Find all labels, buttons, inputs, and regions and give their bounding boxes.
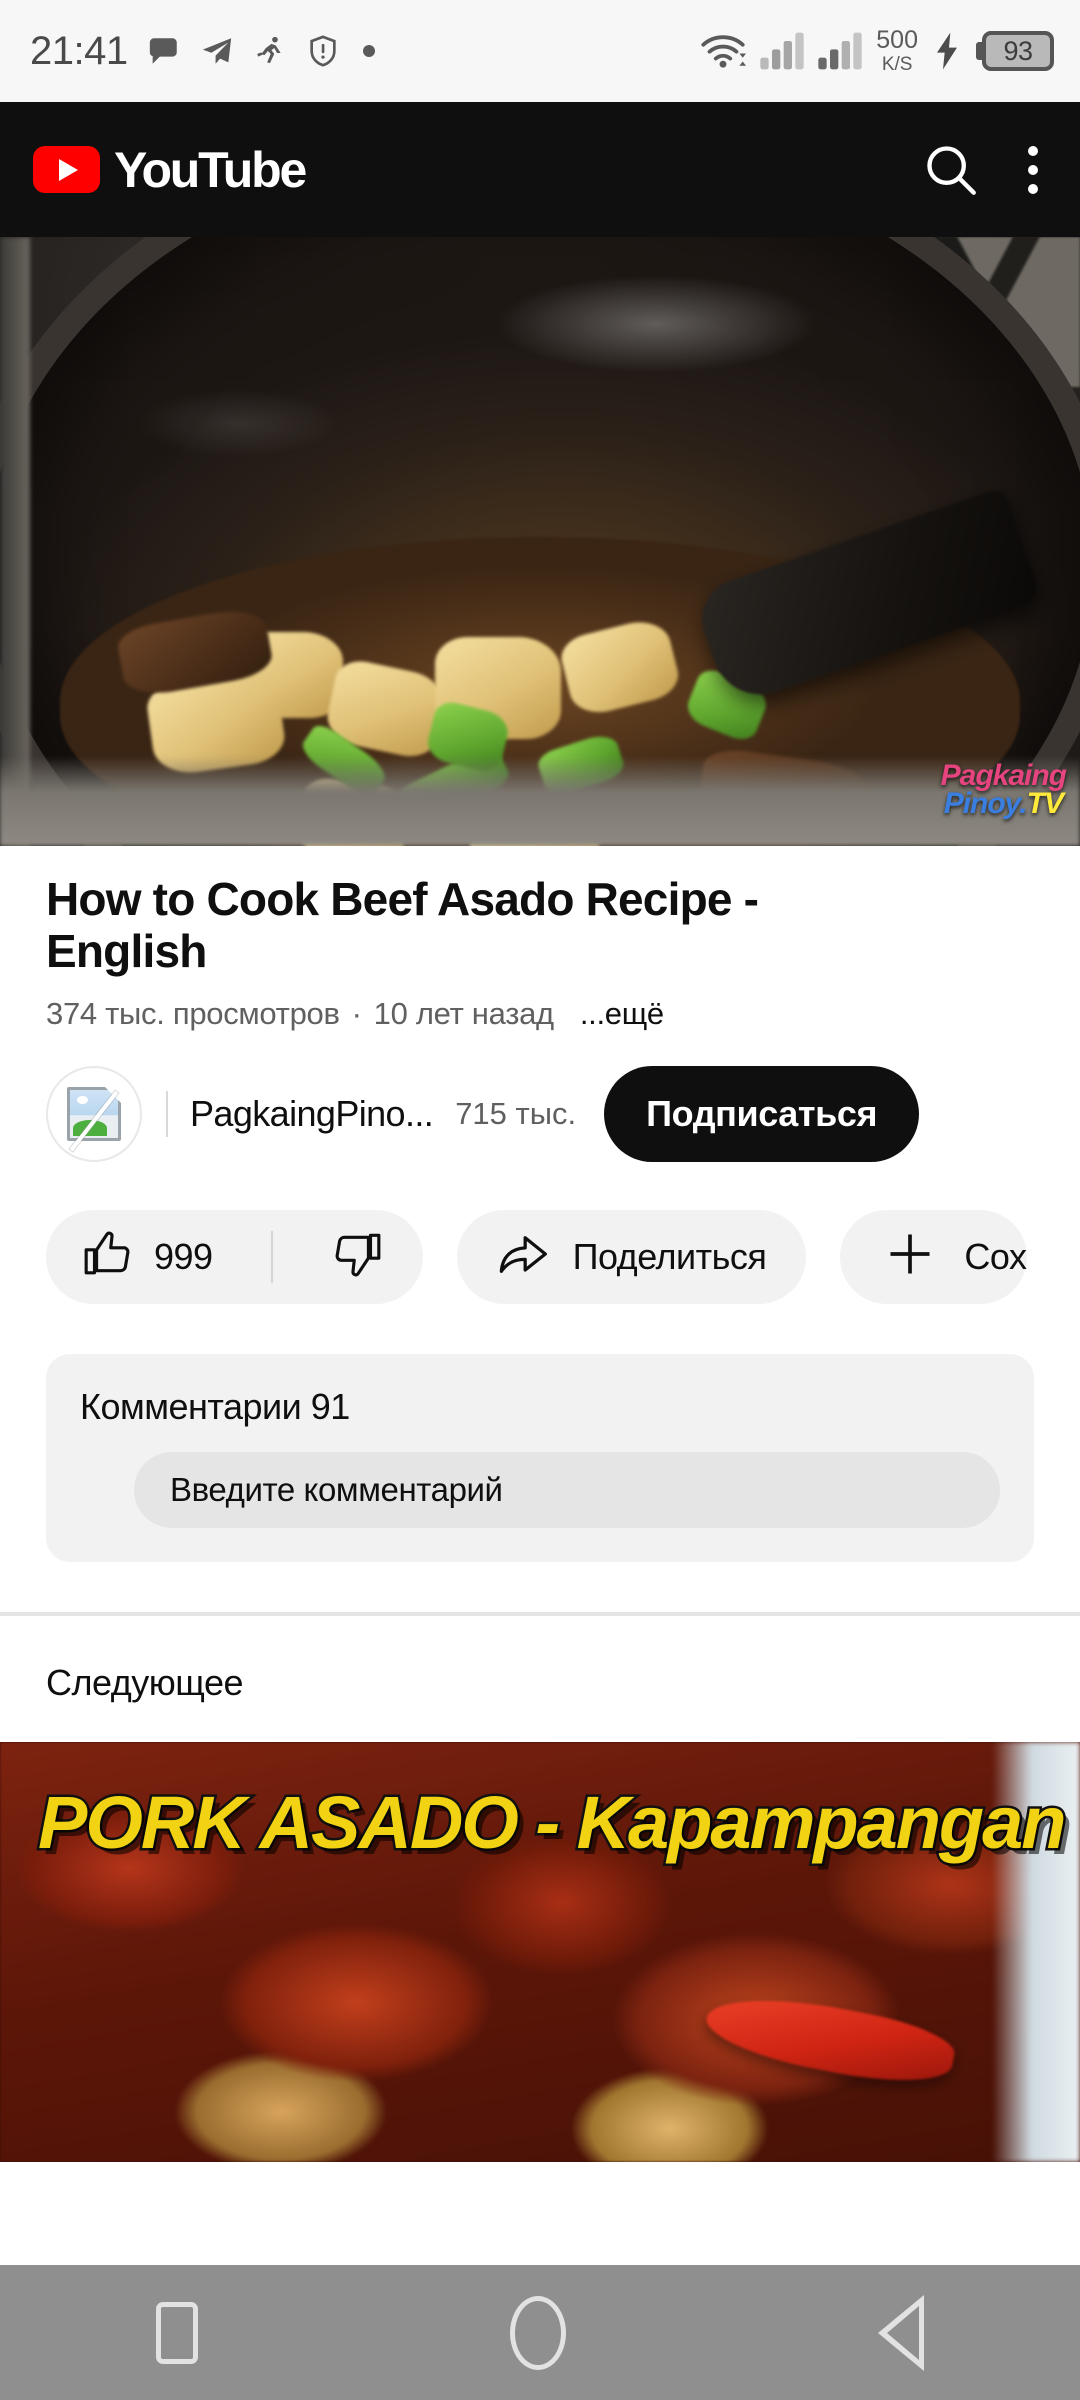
like-count: 999 <box>154 1235 213 1277</box>
dot-icon <box>359 41 379 61</box>
like-dislike-group: 999 <box>46 1209 423 1304</box>
view-count: 374 тыс. просмотров <box>46 995 340 1031</box>
video-player[interactable]: Pagkaing Pinoy.TV <box>0 237 1080 846</box>
avatar[interactable] <box>46 1065 142 1162</box>
triangle-back-icon[interactable] <box>878 2294 924 2371</box>
watermark-line1: Pagkaing <box>940 758 1067 792</box>
youtube-logo[interactable]: YouTube <box>33 141 307 199</box>
stats-separator: · <box>351 995 362 1031</box>
up-next-thumbnail[interactable]: PORK ASADO - Kapampangan <box>0 1741 1080 2162</box>
thumbs-up-icon <box>82 1229 132 1284</box>
chip-separator <box>270 1230 273 1283</box>
shield-warning-icon <box>306 34 340 68</box>
signal-bars-icon <box>818 31 862 71</box>
comment-placeholder: Введите комментарий <box>170 1470 503 1508</box>
broken-image-icon <box>67 1086 121 1152</box>
circle-home-icon[interactable] <box>510 2295 566 2370</box>
save-label: Сох <box>964 1235 1027 1277</box>
share-label: Поделиться <box>572 1235 767 1277</box>
subscribe-button[interactable]: Подписаться <box>604 1065 920 1162</box>
left-edge <box>0 237 30 846</box>
youtube-wordmark: YouTube <box>114 141 307 198</box>
save-button[interactable]: Сох <box>840 1209 1027 1304</box>
upload-age: 10 лет назад <box>373 995 554 1031</box>
action-buttons-row: 999 Поделиться Сох <box>0 1162 1080 1304</box>
search-icon[interactable] <box>922 141 980 199</box>
watermark-pinoy: Pinoy. <box>943 786 1028 820</box>
status-bar-right: 500 K/S 93 <box>700 28 1054 74</box>
comments-section[interactable]: Комментарии 91 Введите комментарий <box>46 1353 1034 1562</box>
message-bubble-icon <box>147 34 181 68</box>
thumbs-down-icon <box>333 1229 383 1284</box>
status-bar: 21:41 500 K/S 93 <box>0 0 1080 102</box>
comments-title: Комментарии 91 <box>80 1385 350 1427</box>
network-speed-unit: K/S <box>881 54 913 75</box>
plus-icon <box>884 1228 936 1285</box>
wifi-icon <box>700 31 747 71</box>
video-stats[interactable]: 374 тыс. просмотров · 10 лет назад ...ещ… <box>46 996 1034 1032</box>
video-metadata: How to Cook Beef Asado Recipe - English … <box>0 846 1080 1032</box>
share-button[interactable]: Поделиться <box>456 1209 807 1304</box>
channel-row: PagkaingPino... 715 тыс. Подписаться <box>0 1032 1080 1162</box>
watermark-tv: TV <box>1026 786 1064 820</box>
running-person-icon <box>253 34 287 68</box>
youtube-play-icon <box>33 146 100 193</box>
telegram-icon <box>200 34 234 68</box>
signal-bars-icon <box>760 31 804 71</box>
header-actions <box>922 141 1052 199</box>
watermark-line2: Pinoy.TV <box>941 786 1066 820</box>
network-speed: 500 K/S <box>876 26 918 75</box>
channel-name[interactable]: PagkaingPino... <box>190 1093 433 1135</box>
dislike-button[interactable] <box>297 1229 423 1284</box>
channel-divider <box>166 1090 168 1137</box>
subscriber-count: 715 тыс. <box>455 1095 577 1131</box>
more-vertical-icon[interactable] <box>1028 145 1038 194</box>
thumbnail-title-overlay: PORK ASADO - Kapampangan <box>35 1778 1068 1866</box>
up-next-heading: Следующее <box>46 1661 244 1703</box>
status-bar-left: 21:41 <box>30 29 379 74</box>
page-title[interactable]: How to Cook Beef Asado Recipe - English <box>46 873 876 978</box>
battery-icon: 93 <box>976 31 1054 71</box>
show-more-link[interactable]: ...ещё <box>580 996 664 1032</box>
share-arrow-icon <box>497 1228 549 1285</box>
app-header: YouTube <box>0 102 1080 237</box>
charging-bolt-icon <box>932 31 962 71</box>
channel-watermark: Pagkaing Pinoy.TV <box>940 758 1067 820</box>
like-button[interactable]: 999 <box>82 1229 247 1284</box>
android-nav-bar <box>0 2265 1080 2400</box>
network-speed-value: 500 <box>876 26 918 54</box>
counter-surface <box>0 756 1080 846</box>
battery-percent: 93 <box>1003 35 1033 66</box>
status-bar-clock: 21:41 <box>30 28 128 73</box>
square-recents-icon[interactable] <box>156 2301 198 2364</box>
comment-input[interactable]: Введите комментарий <box>134 1451 1000 1528</box>
